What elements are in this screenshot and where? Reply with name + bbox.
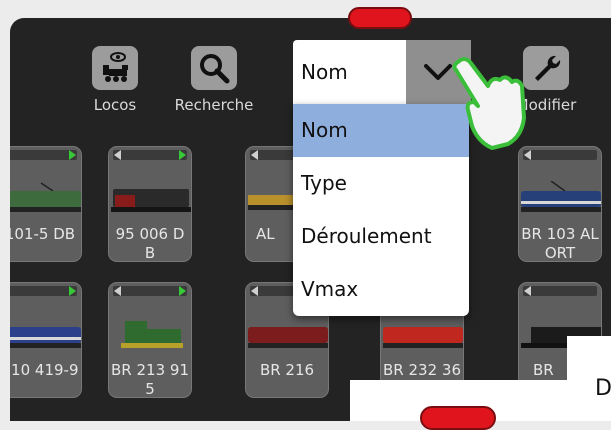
loco-name: 110 419-9 (10, 361, 79, 379)
loco-name: BR 103 ALORT (521, 225, 599, 262)
play-icon (69, 286, 76, 296)
locomotive-image (10, 182, 81, 212)
sort-select-value: Nom (301, 60, 348, 84)
locomotive-image (383, 327, 463, 348)
sort-dropdown-list: Nom Type Déroulement Vmax (293, 104, 469, 316)
loco-name: 101-5 DB (10, 225, 76, 243)
locomotive-image (248, 327, 328, 348)
sort-option[interactable]: Nom (293, 104, 469, 157)
back-icon (251, 150, 258, 160)
play-icon (179, 150, 186, 160)
loco-name: BR 213 915 (111, 361, 189, 398)
search-icon (191, 46, 237, 90)
wrench-icon (523, 46, 569, 90)
top-red-pill (348, 7, 412, 29)
play-icon (179, 286, 186, 296)
back-icon (251, 286, 258, 296)
loco-name: BR 216 (259, 361, 315, 379)
back-icon (114, 150, 121, 160)
loco-tile[interactable]: 110 419-9 (10, 282, 82, 398)
back-icon (114, 286, 121, 296)
loco-tile[interactable]: 95 006 DB (108, 146, 192, 262)
search-label: Recherche (174, 96, 254, 114)
locomotive-image (10, 327, 81, 348)
play-icon (69, 150, 76, 160)
sort-option[interactable]: Déroulement (293, 210, 469, 263)
locomotive-image (111, 189, 191, 212)
locos-icon (92, 46, 138, 90)
locomotive-image (521, 181, 601, 212)
locomotive-image (121, 321, 183, 348)
loco-tile[interactable]: 101-5 DB (10, 146, 82, 262)
loco-tile[interactable]: BR 213 915 (108, 282, 192, 398)
locos-label: Locos (93, 96, 137, 114)
dialog-peek-text: D (595, 376, 611, 401)
loco-name: 95 006 DB (115, 225, 185, 262)
loco-tile[interactable]: BR 103 ALORT (518, 146, 602, 262)
back-icon (524, 286, 531, 296)
locos-button[interactable]: Locos (87, 46, 143, 114)
search-button[interactable]: Recherche (171, 46, 257, 114)
hand-pointer-icon (452, 57, 526, 150)
side-dialog-panel: D (567, 336, 611, 421)
sort-option[interactable]: Vmax (293, 263, 469, 316)
bottom-red-pill (420, 406, 496, 430)
train-eye-icon (103, 52, 128, 82)
sort-select[interactable]: Nom (293, 40, 471, 104)
sort-option[interactable]: Type (293, 157, 469, 210)
